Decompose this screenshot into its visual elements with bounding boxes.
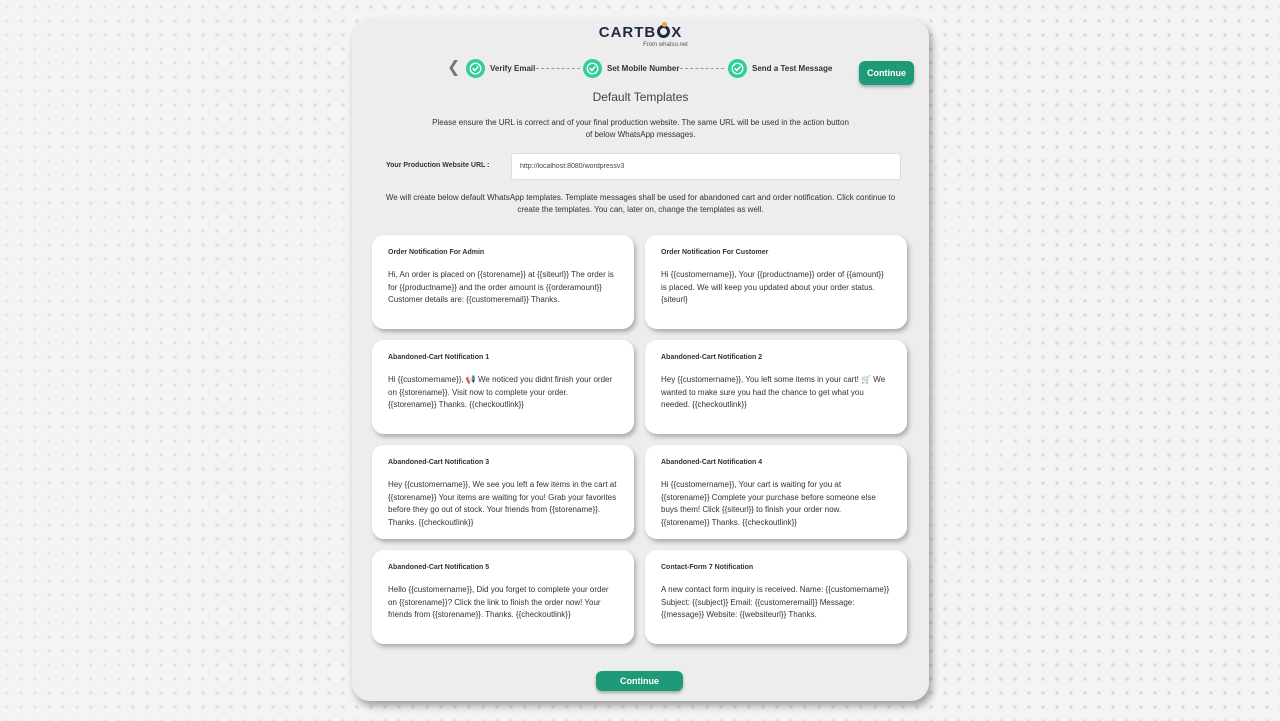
template-card: Abandoned-Cart Notification 2 Hey {{cust… bbox=[645, 340, 907, 434]
template-card: Order Notification For Customer Hi {{cus… bbox=[645, 235, 907, 329]
template-card: Order Notification For Admin Hi, An orde… bbox=[372, 235, 634, 329]
template-card: Abandoned-Cart Notification 4 Hi {{custo… bbox=[645, 445, 907, 539]
brand-name: CARTB X bbox=[598, 22, 683, 41]
template-body: A new contact form inquiry is received. … bbox=[661, 585, 890, 619]
templates-description: We will create below default WhatsApp te… bbox=[385, 193, 896, 214]
check-circle-icon bbox=[728, 58, 747, 78]
continue-button-bottom[interactable]: Continue bbox=[596, 671, 683, 691]
template-body: Hello {{customername}}, Did you forget t… bbox=[388, 585, 609, 619]
step-connector bbox=[536, 68, 580, 69]
template-title: Order Notification For Admin bbox=[388, 249, 485, 256]
step-set-mobile: Set Mobile Number bbox=[583, 58, 679, 78]
template-card: Abandoned-Cart Notification 3 Hey {{cust… bbox=[372, 445, 634, 539]
template-title: Abandoned-Cart Notification 3 bbox=[388, 459, 490, 466]
step-label: Send a Test Message bbox=[752, 63, 833, 73]
check-circle-icon bbox=[466, 58, 485, 78]
template-body: Hi {{customername}}, 📢 We noticed you di… bbox=[388, 375, 613, 409]
setup-card: CARTB X From whatso.net ❮ Verify Email Se… bbox=[352, 19, 929, 701]
template-title: Abandoned-Cart Notification 5 bbox=[388, 564, 490, 571]
template-card: Abandoned-Cart Notification 5 Hello {{cu… bbox=[372, 550, 634, 644]
step-verify-email: Verify Email bbox=[466, 58, 535, 78]
template-body: Hey {{customername}}, We see you left a … bbox=[388, 480, 617, 527]
brand-tagline: From whatso.net bbox=[643, 42, 688, 48]
intro-text: Please ensure the URL is correct and of … bbox=[432, 118, 849, 139]
template-title: Abandoned-Cart Notification 1 bbox=[388, 354, 490, 361]
page-title: Default Templates bbox=[592, 90, 689, 104]
stepper: ❮ Verify Email Set Mobile Number Send a … bbox=[352, 58, 929, 78]
template-body: Hi {{customername}}, Your cart is waitin… bbox=[661, 480, 876, 527]
url-label: Your Production Website URL : bbox=[386, 162, 490, 169]
template-body: Hi {{customername}}, Your {{productname}… bbox=[661, 270, 884, 304]
step-connector bbox=[680, 68, 724, 69]
step-label: Verify Email bbox=[490, 63, 536, 73]
continue-button-top[interactable]: Continue bbox=[859, 61, 914, 85]
brand-o-icon bbox=[657, 22, 671, 38]
template-body: Hi, An order is placed on {{storename}} … bbox=[388, 270, 614, 304]
template-body: Hey {{customername}}, You left some item… bbox=[661, 375, 886, 409]
step-label: Set Mobile Number bbox=[607, 63, 680, 73]
template-card: Abandoned-Cart Notification 1 Hi {{custo… bbox=[372, 340, 634, 434]
template-title: Order Notification For Customer bbox=[661, 249, 769, 256]
step-send-test: Send a Test Message bbox=[728, 58, 832, 78]
check-circle-icon bbox=[583, 58, 602, 78]
brand-logo: CARTB X From whatso.net bbox=[352, 22, 929, 49]
template-card: Contact-Form 7 Notification A new contac… bbox=[645, 550, 907, 644]
chevron-left-icon[interactable]: ❮ bbox=[447, 59, 460, 77]
template-title: Abandoned-Cart Notification 4 bbox=[661, 459, 763, 466]
production-url-input[interactable] bbox=[511, 153, 901, 180]
template-title: Abandoned-Cart Notification 2 bbox=[661, 354, 763, 361]
template-title: Contact-Form 7 Notification bbox=[661, 564, 754, 571]
